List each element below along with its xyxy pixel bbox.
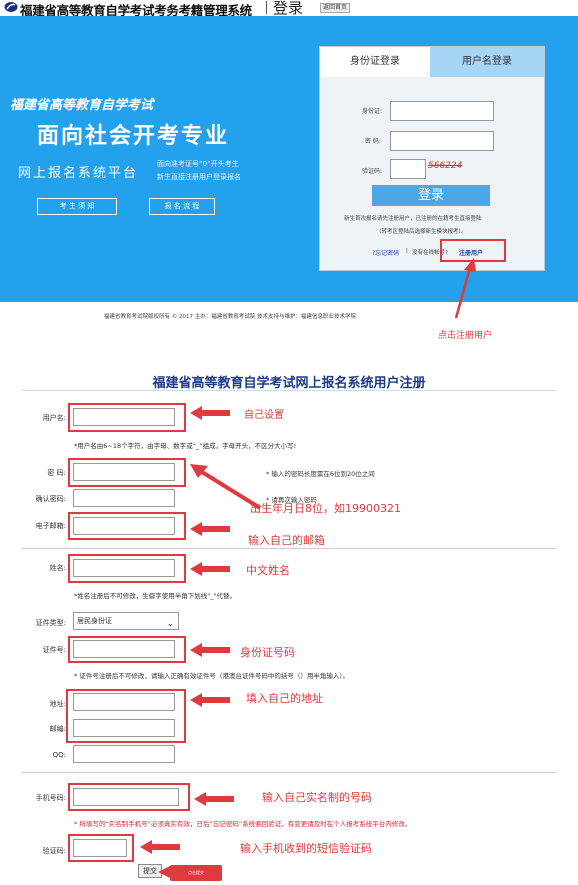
phone-label: 手机号码: [35, 794, 66, 802]
confirm-password-field[interactable] [73, 489, 175, 507]
username-input[interactable] [73, 408, 175, 426]
id-number-note: * 证件号注册后不可修改，请输入正确有效证件号（港澳台证件号码中的括号（）用半角… [74, 672, 350, 680]
tab-username-login[interactable]: 用户名登录 [430, 47, 544, 77]
login-panel: 身份证登录 用户名登录 身份证: 密 码: 验证码: 566224 登录 新生首… [319, 46, 545, 271]
copyright-text: 福建省教育考试院版权所有 © 2017 主办：福建省教育考试院 技术支持与维护：… [104, 314, 356, 320]
captcha-input[interactable] [390, 159, 426, 179]
arrow-left-icon [158, 865, 172, 879]
annotation-email: 输入自己的邮箱 [248, 534, 325, 547]
annotation-name: 中文姓名 [246, 564, 290, 577]
name-note: *姓名注册后不可修改，生僻字使用半角下划线"_"代替。 [74, 592, 236, 600]
section-divider-1 [22, 548, 556, 549]
login-hint-2: （转考区登陆后选择新生模块报考）。 [376, 229, 467, 235]
qq-label: QQ: [52, 751, 66, 759]
password-note: * 输入的密码长度需在6位到20位之间 [266, 470, 375, 478]
annotation-birthday: 出生年月日8位，如19900321 [250, 502, 401, 515]
chevron-down-icon: ⌄ [166, 619, 174, 629]
banner-note-2: 新生直接注册用户登录报名 [157, 173, 241, 181]
annotation-username: 自己设置 [244, 410, 284, 421]
phone-field[interactable] [73, 788, 179, 806]
username-note: *用户名由6~18个字符，由字母、数字或“_”组成，字母开头，不区分大小写! [74, 442, 297, 450]
qq-field[interactable] [73, 745, 175, 763]
banner-subtitle: 福建省高等教育自学考试 [10, 98, 154, 113]
password-field[interactable] [73, 463, 175, 481]
zip-label: 邮编: [49, 725, 66, 733]
captcha-label: 验证码: [362, 168, 383, 175]
id-input[interactable] [390, 101, 494, 121]
confirm-password-label: 确认密码: [35, 495, 66, 503]
home-link[interactable]: 返回首页 [320, 3, 351, 13]
banner-platform: 网上报名系统平台 [18, 166, 139, 181]
registration-process-button[interactable]: 报 名 流 程 [149, 198, 215, 215]
captcha-image[interactable]: 566224 [428, 161, 462, 171]
register-callout: 点击注册用户 [438, 331, 493, 341]
login-hint-1: 新生首次报名请先注册用户，已注册的在籍考生直接登陆 [344, 216, 482, 222]
arrow-left-icon [140, 840, 180, 854]
name-label: 姓名: [49, 564, 66, 572]
address-label: 地址: [49, 700, 66, 708]
password-field-label: 密 码: [47, 469, 66, 477]
id-number-label: 证件号: [42, 646, 66, 654]
arrow-left-icon [190, 562, 230, 576]
annotation-sms-code: 输入手机收到的短信验证码 [240, 842, 372, 855]
link-divider: | [406, 248, 408, 254]
name-field[interactable] [73, 559, 175, 577]
phone-note: * 所填写的“实名制手机号”必须真实有效，日后“忘记密码”系统索回验证，有变更请… [74, 820, 412, 828]
register-title: 福建省高等教育自学考试网上报名系统用户注册 [152, 376, 426, 391]
exam-notice-button[interactable]: 考 生 须 知 [37, 198, 117, 215]
annotation-address: 填入自己的地址 [246, 692, 323, 705]
email-label: 电子邮箱: [35, 522, 66, 530]
email-field[interactable] [73, 517, 175, 535]
id-type-label: 证件类型: [35, 619, 66, 627]
password-input[interactable] [390, 131, 494, 151]
submit-callout: 点击提交 [170, 865, 222, 881]
banner-note-1: 面向准考证号“0”开头考生 [157, 160, 239, 168]
id-type-value: 居民身份证 [77, 617, 112, 625]
login-button[interactable]: 登录 [372, 185, 490, 206]
logo-icon [4, 2, 18, 12]
arrow-left-icon [190, 693, 230, 707]
id-label: 身份证: [362, 108, 383, 115]
sms-code-label: 验证码: [42, 847, 66, 855]
sms-code-field[interactable] [73, 839, 127, 857]
id-type-select[interactable]: 居民身份证 ⌄ [73, 612, 179, 630]
tab-id-login[interactable]: 身份证登录 [320, 47, 430, 77]
arrow-left-icon [190, 522, 230, 536]
password-label: 密 码: [365, 138, 381, 145]
address-field[interactable] [73, 693, 175, 711]
username-label: 用户名: [42, 414, 66, 422]
header-divider [266, 1, 267, 14]
zip-field[interactable] [73, 719, 175, 737]
id-number-field[interactable] [73, 640, 175, 658]
arrow-left-icon [190, 406, 230, 420]
annotation-phone: 输入自己实名制的号码 [262, 791, 372, 804]
annotation-id-number: 身份证号码 [240, 646, 295, 659]
arrow-left-icon [194, 792, 234, 806]
forgot-password-link[interactable]: ?忘记密码 [372, 248, 399, 257]
banner-main-title: 面向社会开考专业 [37, 124, 230, 149]
arrow-left-icon [190, 643, 230, 657]
arrow-up-icon [454, 258, 476, 319]
title-divider [22, 390, 556, 391]
section-divider-2 [22, 772, 556, 773]
